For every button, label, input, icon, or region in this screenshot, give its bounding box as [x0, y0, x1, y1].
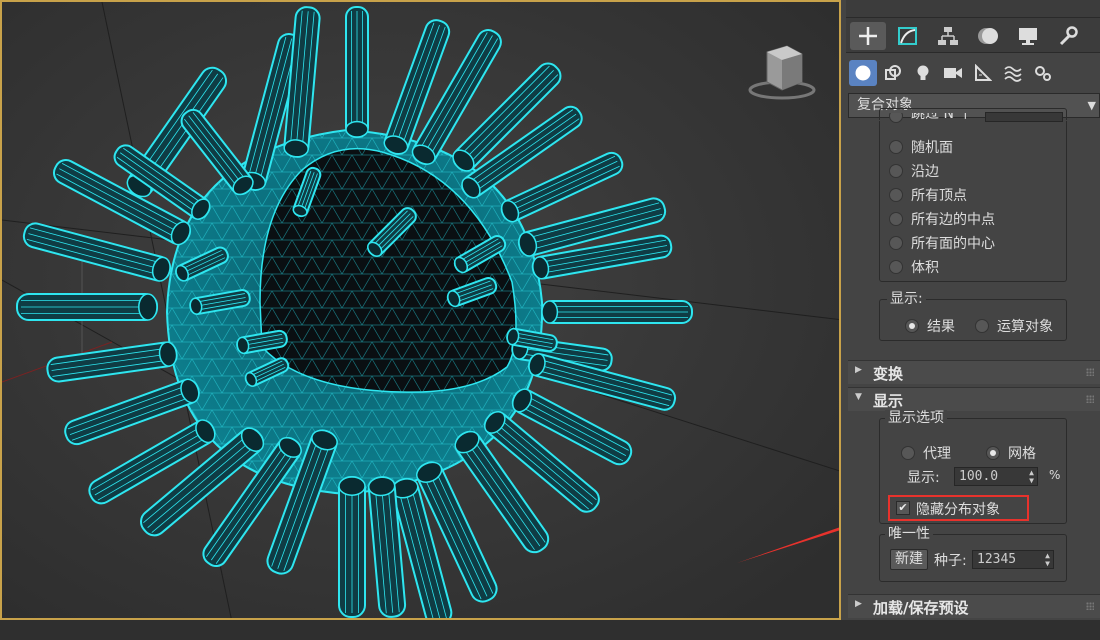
subtab-shapes[interactable]: [879, 60, 907, 86]
skip-n-spinner[interactable]: [985, 112, 1063, 122]
plus-create-icon: [859, 27, 877, 45]
perspective-viewport[interactable]: [0, 0, 841, 620]
radio-all-face-centers-label: 所有面的中心: [911, 236, 995, 252]
check-icon: ✔: [898, 501, 908, 514]
cameras-icon: [944, 68, 962, 78]
rollout-transform-title: 变换: [873, 365, 904, 383]
radio-along-edges-label: 沿边: [911, 164, 939, 180]
space-warps-icon: [1004, 66, 1022, 82]
utilities-wrench-icon: [1059, 26, 1078, 46]
radio-display-operands[interactable]: 运算对象: [975, 316, 1053, 336]
rollout-load-save-title: 加载/保存预设: [873, 599, 969, 617]
radio-mesh-label: 网格: [1008, 446, 1036, 462]
display-monitor-icon: [1019, 28, 1037, 45]
radio-all-vertices[interactable]: 所有顶点: [889, 185, 967, 205]
rollout-load-save[interactable]: ▶ 加载/保存预设: [848, 594, 1100, 618]
tab-hierarchy[interactable]: [930, 22, 966, 50]
radio-all-edge-midpoints[interactable]: 所有边的中点: [889, 209, 995, 229]
seed-label: 种子:: [934, 553, 967, 569]
radio-proxy[interactable]: 代理: [901, 443, 951, 463]
tab-modify[interactable]: [890, 22, 926, 50]
cylinder-3: [345, 6, 369, 138]
grip-icon: [1086, 368, 1094, 376]
seed-spinner[interactable]: 12345 ▲ ▼: [972, 550, 1054, 569]
new-seed-button[interactable]: 新建: [890, 549, 928, 570]
motion-icon: [978, 28, 998, 44]
radio-display-operands-label: 运算对象: [997, 319, 1053, 335]
geometry-sphere-icon: [855, 65, 871, 81]
radio-skip-n[interactable]: 跳过 N 个: [889, 113, 972, 127]
spinner-arrows-icon[interactable]: ▲ ▼: [1029, 469, 1034, 485]
display-percent-label: 显示:: [907, 470, 940, 486]
systems-gears-icon: [1035, 66, 1051, 81]
radio-display-result[interactable]: 结果: [905, 316, 955, 336]
display-options-label: 显示选项: [885, 410, 947, 426]
seed-value: 12345: [977, 552, 1017, 567]
radio-all-face-centers[interactable]: 所有面的中心: [889, 233, 995, 253]
display-group-label: 显示:: [887, 291, 926, 307]
rollout-display-title: 显示: [873, 392, 904, 410]
hierarchy-icon: [938, 27, 958, 45]
radio-random-faces-label: 随机面: [911, 140, 953, 156]
viewport-scene: [2, 2, 839, 618]
display-percent-value: 100.0: [959, 469, 999, 484]
subtab-lights[interactable]: [909, 60, 937, 86]
uniqueness-group-label: 唯一性: [885, 526, 933, 542]
status-strip: [0, 620, 1100, 640]
expand-arrow-icon: ▶: [855, 365, 862, 375]
hide-distribution-checkbox[interactable]: ✔: [896, 501, 910, 515]
cylinder-11: [541, 300, 693, 324]
subtab-helpers[interactable]: [969, 60, 997, 86]
modify-curve-icon: [898, 27, 917, 45]
grip-icon: [1086, 395, 1094, 403]
grip-icon: [1086, 602, 1094, 610]
radio-display-result-label: 结果: [927, 319, 955, 335]
spinner-arrows-icon[interactable]: ▲ ▼: [1045, 552, 1050, 568]
collapse-arrow-icon: ▼: [855, 392, 862, 402]
radio-all-edge-midpoints-label: 所有边的中点: [911, 212, 995, 228]
display-percent-unit: %: [1049, 468, 1061, 482]
tab-display[interactable]: [1010, 22, 1046, 50]
radio-mesh[interactable]: 网格: [986, 443, 1036, 463]
command-panel: 复合对象 ▼ 跳过 N 个 随机面 沿边 所有顶点 所有边的中点 所有面的中心 …: [843, 0, 1100, 620]
hide-distribution-label: 隐藏分布对象: [916, 502, 1000, 518]
display-percent-spinner[interactable]: 100.0 ▲ ▼: [954, 467, 1038, 486]
radio-along-edges[interactable]: 沿边: [889, 161, 939, 181]
cylinder-27: [16, 293, 158, 321]
tab-utilities[interactable]: [1050, 22, 1086, 50]
radio-skip-n-label: 跳过 N 个: [911, 113, 973, 122]
cylinder-20: [338, 476, 366, 618]
radio-all-vertices-label: 所有顶点: [911, 188, 967, 204]
subtab-systems[interactable]: [1029, 60, 1057, 86]
radio-volume-label: 体积: [911, 260, 939, 276]
radio-random-faces[interactable]: 随机面: [889, 137, 953, 157]
rollout-transform[interactable]: ▶ 变换: [848, 360, 1100, 384]
radio-volume[interactable]: 体积: [889, 257, 939, 277]
radio-proxy-label: 代理: [923, 446, 951, 462]
chevron-down-icon: ▼: [1087, 99, 1096, 112]
lights-bulb-icon: [917, 65, 929, 80]
subtab-cameras[interactable]: [939, 60, 967, 86]
helpers-ruler-icon: [975, 64, 992, 81]
expand-arrow-icon: ▶: [855, 599, 862, 609]
command-panel-tabs: [846, 0, 1100, 53]
subtab-geometry[interactable]: [849, 60, 877, 86]
tab-create[interactable]: [850, 22, 886, 50]
rollout-display[interactable]: ▼ 显示: [848, 387, 1100, 411]
tab-motion[interactable]: [970, 22, 1006, 50]
subtab-space-warps[interactable]: [999, 60, 1027, 86]
shapes-icon: [885, 65, 901, 80]
